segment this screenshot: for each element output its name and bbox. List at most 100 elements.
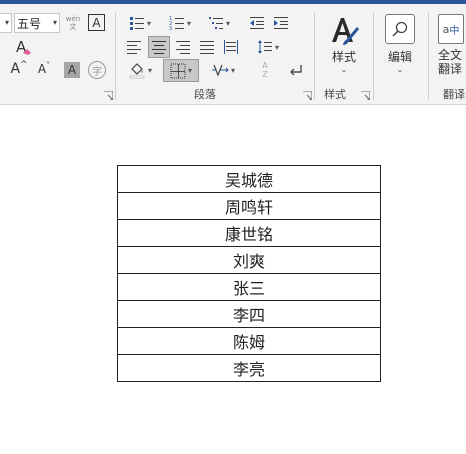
decrease-indent-button[interactable] bbox=[246, 13, 268, 33]
align-center-icon bbox=[152, 41, 166, 54]
multilevel-list-icon bbox=[208, 17, 223, 29]
table-cell[interactable]: 李亮 bbox=[117, 354, 381, 382]
font-dialog-launcher-icon[interactable] bbox=[104, 91, 113, 100]
table-row: 李四 bbox=[117, 300, 381, 328]
align-center-button[interactable] bbox=[148, 36, 170, 58]
styles-brush-icon bbox=[332, 18, 360, 45]
translate-label-line2: 翻译 bbox=[438, 62, 463, 76]
chevron-down-icon: ⌄ bbox=[396, 65, 404, 74]
svg-text:3: 3 bbox=[169, 26, 172, 31]
search-icon bbox=[385, 14, 415, 44]
enclose-characters-label: 字 bbox=[92, 66, 102, 78]
grow-font-letter: A bbox=[10, 61, 21, 77]
paragraph-group-label: 段落 bbox=[194, 88, 216, 101]
group-separator bbox=[428, 12, 429, 100]
document-page[interactable]: 吴城德 周鸣轩 康世铭 刘爽 张三 李四 陈姆 李亮 bbox=[0, 105, 466, 454]
table-row: 陈姆 bbox=[117, 327, 381, 355]
shrink-font-letter: A bbox=[37, 62, 47, 76]
distributed-icon bbox=[224, 40, 238, 54]
chevron-down-icon: ▾ bbox=[186, 18, 191, 28]
chinese-layout-button[interactable]: ▾ bbox=[206, 60, 240, 80]
chevron-down-icon: ▾ bbox=[52, 18, 57, 27]
editing-label: 编辑 bbox=[387, 50, 412, 64]
shading-button[interactable]: ▾ bbox=[124, 60, 156, 80]
shrink-font-caret-icon: ˅ bbox=[46, 60, 51, 70]
chevron-down-icon: ▾ bbox=[274, 42, 279, 52]
table-cell[interactable]: 刘爽 bbox=[117, 246, 381, 274]
chevron-down-icon: ▾ bbox=[187, 66, 192, 75]
align-left-button[interactable] bbox=[124, 37, 144, 57]
translate-label-line1: 全文 bbox=[438, 48, 463, 62]
align-left-icon bbox=[127, 41, 141, 54]
clear-formatting-button[interactable]: A bbox=[12, 38, 34, 58]
table-cell[interactable]: 李四 bbox=[117, 300, 381, 328]
chevron-down-icon: ⌄ bbox=[340, 65, 348, 74]
sort-button[interactable]: A Z bbox=[255, 60, 275, 80]
styles-dialog-launcher-icon[interactable] bbox=[361, 91, 370, 100]
decrease-indent-icon bbox=[250, 17, 264, 29]
bullets-icon bbox=[129, 17, 144, 30]
grow-font-button[interactable]: A ^ bbox=[8, 59, 30, 79]
table-cell[interactable]: 陈姆 bbox=[117, 327, 381, 355]
group-separator bbox=[373, 12, 374, 100]
phonetic-guide-button[interactable]: wén 文 bbox=[64, 13, 82, 33]
table-row: 张三 bbox=[117, 273, 381, 301]
align-right-button[interactable] bbox=[173, 37, 193, 57]
paragraph-mark-icon bbox=[290, 65, 302, 76]
clear-formatting-icon: A bbox=[14, 38, 32, 57]
group-separator bbox=[314, 12, 315, 100]
table-cell[interactable]: 吴城德 bbox=[117, 165, 381, 193]
show-hide-marks-button[interactable] bbox=[285, 60, 307, 80]
numbering-button[interactable]: 1 2 3 ▾ bbox=[163, 13, 197, 33]
font-size-value: 五号 bbox=[17, 16, 42, 31]
chevron-down-icon: ▾ bbox=[4, 18, 9, 27]
character-shading-button[interactable]: A bbox=[64, 62, 80, 78]
translate-doc-icon: a中 bbox=[438, 14, 464, 44]
sort-bottom-letter: Z bbox=[262, 70, 268, 79]
phonetic-guide-top: wén bbox=[65, 15, 81, 23]
line-spacing-button[interactable]: ▾ bbox=[252, 37, 284, 57]
editing-button[interactable]: 编辑 ⌄ bbox=[382, 14, 418, 80]
chevron-down-icon: ▾ bbox=[147, 65, 152, 75]
align-right-icon bbox=[176, 41, 190, 54]
ribbon: ▾ 五号 ▾ wén 文 A A A ^ A ˅ A 字 ▾ 1 2 3 ▾ ▾… bbox=[0, 4, 466, 105]
full-text-translate-button[interactable]: a中 全文 翻译 bbox=[438, 14, 466, 84]
table-row: 李亮 bbox=[117, 354, 381, 382]
translate-group-label: 翻译 bbox=[443, 88, 465, 101]
group-separator bbox=[115, 12, 116, 100]
table-cell[interactable]: 张三 bbox=[117, 273, 381, 301]
justify-button[interactable] bbox=[197, 37, 217, 57]
names-table: 吴城德 周鸣轩 康世铭 刘爽 张三 李四 陈姆 李亮 bbox=[117, 165, 381, 382]
enclose-characters-button[interactable]: 字 bbox=[88, 61, 106, 79]
multilevel-list-button[interactable]: ▾ bbox=[203, 13, 235, 33]
table-row: 周鸣轩 bbox=[117, 192, 381, 220]
borders-button[interactable]: ▾ bbox=[163, 59, 199, 82]
chevron-down-icon: ▾ bbox=[230, 65, 235, 75]
increase-indent-button[interactable] bbox=[270, 13, 292, 33]
styles-group-label: 样式 bbox=[324, 88, 346, 101]
distributed-button[interactable] bbox=[221, 37, 241, 57]
table-cell[interactable]: 康世铭 bbox=[117, 219, 381, 247]
styles-label: 样式 bbox=[331, 50, 356, 64]
font-size-combo[interactable]: 五号 ▾ bbox=[14, 13, 60, 33]
chevron-down-icon: ▾ bbox=[146, 18, 151, 28]
paragraph-dialog-launcher-icon[interactable] bbox=[303, 91, 312, 100]
bullets-button[interactable]: ▾ bbox=[124, 13, 156, 33]
grow-font-caret-icon: ^ bbox=[20, 60, 28, 70]
numbering-icon: 1 2 3 bbox=[169, 16, 184, 31]
increase-indent-icon bbox=[274, 17, 288, 29]
justify-icon bbox=[200, 41, 214, 54]
styles-gallery-button[interactable]: 样式 ⌄ bbox=[322, 14, 366, 80]
table-cell[interactable]: 周鸣轩 bbox=[117, 192, 381, 220]
font-family-combo[interactable]: ▾ bbox=[0, 13, 12, 33]
character-border-button[interactable]: A bbox=[88, 14, 105, 31]
borders-icon bbox=[170, 63, 186, 78]
paint-bucket-icon bbox=[129, 63, 145, 79]
chinese-layout-icon bbox=[211, 64, 229, 77]
table-row: 吴城德 bbox=[117, 165, 381, 193]
character-shading-label: A bbox=[67, 63, 77, 77]
sort-top-letter: A bbox=[262, 61, 268, 70]
shrink-font-button[interactable]: A ˅ bbox=[34, 59, 54, 79]
character-border-label: A bbox=[92, 15, 101, 30]
line-spacing-icon bbox=[257, 40, 272, 54]
